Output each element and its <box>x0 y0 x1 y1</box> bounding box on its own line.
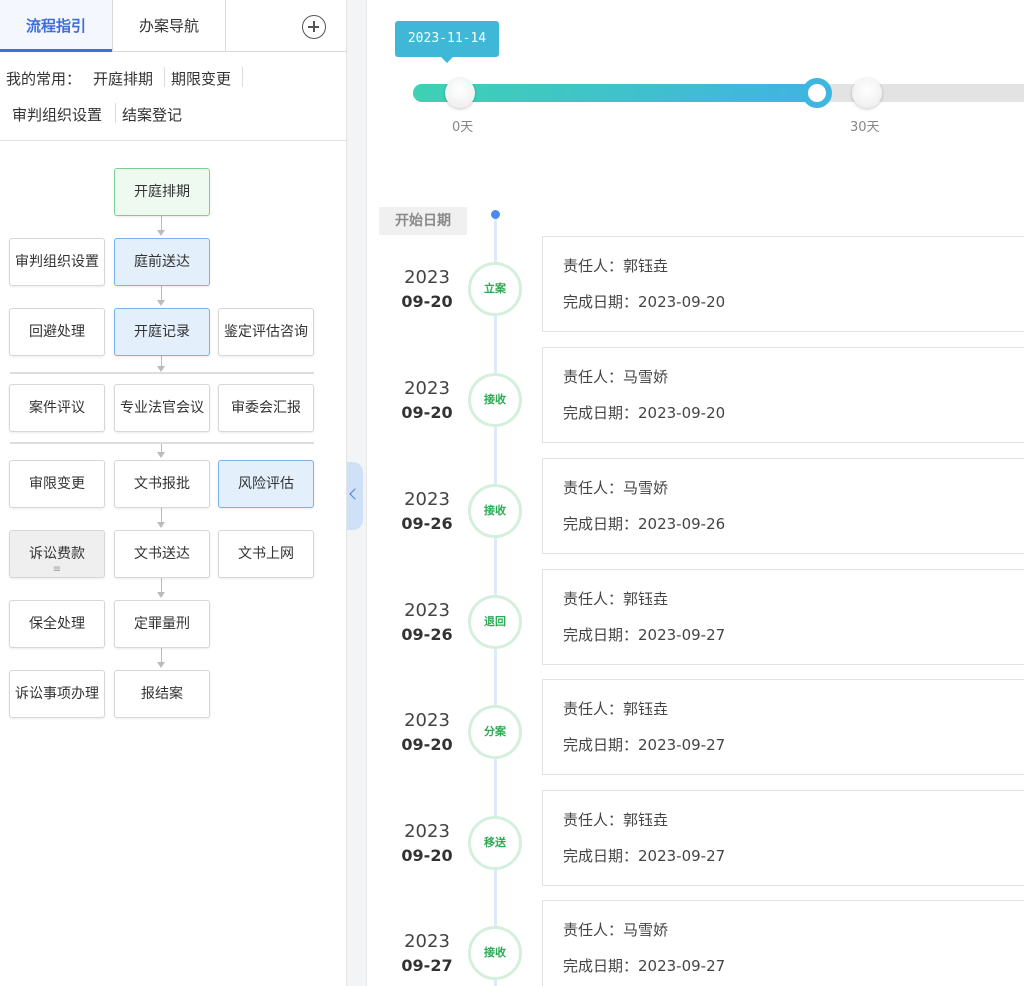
entry-action-badge: 接收 <box>468 373 522 427</box>
slider-tooltip: 2023-11-14 <box>395 21 499 63</box>
entry-completion-date: 完成日期：2023-09-26 <box>563 515 726 533</box>
entry-year: 2023 <box>404 600 450 621</box>
entry-month-day: 09-26 <box>401 625 453 644</box>
entry-month-day: 09-20 <box>401 846 453 865</box>
timeline-start-dot <box>491 210 500 219</box>
entry-action-badge: 接收 <box>468 926 522 980</box>
tab-case-navigation[interactable]: 办案导航 <box>112 0 226 52</box>
entry-card[interactable]: 责任人：马雪娇 完成日期：2023-09-26 <box>542 458 1024 554</box>
add-circle-icon[interactable] <box>302 15 326 39</box>
entry-card[interactable]: 责任人：马雪娇 完成日期：2023-09-20 <box>542 347 1024 443</box>
entry-responsible: 责任人：郭钰垚 <box>563 700 669 718</box>
entry-month-day: 09-27 <box>401 956 453 975</box>
timeline-entry: 2023 09-20 立案 责任人：郭钰垚 完成日期：2023-09-20 <box>0 236 1024 332</box>
timeline-entry: 2023 09-20 接收 责任人：马雪娇 完成日期：2023-09-20 <box>0 347 1024 443</box>
entry-action-badge: 移送 <box>468 816 522 870</box>
timeline-entry: 2023 09-26 退回 责任人：郭钰垚 完成日期：2023-09-27 <box>0 569 1024 665</box>
tab-process-guide[interactable]: 流程指引 <box>0 0 112 52</box>
slider-mark-30 <box>852 78 882 108</box>
entry-year: 2023 <box>404 378 450 399</box>
entry-month-day: 09-20 <box>401 292 453 311</box>
entry-completion-date: 完成日期：2023-09-27 <box>563 626 726 644</box>
entry-completion-date: 完成日期：2023-09-27 <box>563 957 726 975</box>
entry-year: 2023 <box>404 821 450 842</box>
panel-tabs: 流程指引 办案导航 <box>0 0 347 52</box>
favorite-item[interactable]: 结案登记 <box>122 104 182 125</box>
entry-card[interactable]: 责任人：郭钰垚 完成日期：2023-09-20 <box>542 236 1024 332</box>
entry-year: 2023 <box>404 267 450 288</box>
entry-card[interactable]: 责任人：郭钰垚 完成日期：2023-09-27 <box>542 790 1024 886</box>
entry-card[interactable]: 责任人：马雪娇 完成日期：2023-09-27 <box>542 900 1024 986</box>
entry-month-day: 09-20 <box>401 403 453 422</box>
favorite-item[interactable]: 开庭排期 <box>93 68 153 89</box>
entry-card[interactable]: 责任人：郭钰垚 完成日期：2023-09-27 <box>542 679 1024 775</box>
favorite-separator <box>164 67 165 87</box>
slider-label-30: 30天 <box>850 120 880 135</box>
entry-responsible: 责任人：马雪娇 <box>563 368 669 386</box>
timeline-entry: 2023 09-20 移送 责任人：郭钰垚 完成日期：2023-09-27 <box>0 790 1024 886</box>
entry-action-badge: 立案 <box>468 262 522 316</box>
entry-responsible: 责任人：马雪娇 <box>563 479 669 497</box>
entry-year: 2023 <box>404 489 450 510</box>
slider-mark-start <box>445 78 475 108</box>
entry-month-day: 09-26 <box>401 514 453 533</box>
entry-completion-date: 完成日期：2023-09-27 <box>563 736 726 754</box>
entry-responsible: 责任人：郭钰垚 <box>563 811 669 829</box>
entry-action-badge: 分案 <box>468 705 522 759</box>
timeline-entry: 2023 09-27 接收 责任人：马雪娇 完成日期：2023-09-27 <box>0 900 1024 986</box>
timeline-entry: 2023 09-26 接收 责任人：马雪娇 完成日期：2023-09-26 <box>0 458 1024 554</box>
flow-node-kaiting-paiqi[interactable]: 开庭排期 <box>114 168 210 216</box>
divider <box>0 140 347 141</box>
timeline-start-label: 开始日期 <box>379 207 467 235</box>
entry-responsible: 责任人：马雪娇 <box>563 921 669 939</box>
flow-connector <box>161 216 162 230</box>
favorite-separator <box>115 103 116 123</box>
entry-year: 2023 <box>404 710 450 731</box>
flow-connector <box>161 444 162 452</box>
entry-year: 2023 <box>404 931 450 952</box>
slider-label-0: 0天 <box>452 120 474 135</box>
entry-responsible: 责任人：郭钰垚 <box>563 590 669 608</box>
entry-completion-date: 完成日期：2023-09-20 <box>563 404 726 422</box>
favorite-separator <box>242 67 243 87</box>
entry-completion-date: 完成日期：2023-09-27 <box>563 847 726 865</box>
entry-month-day: 09-20 <box>401 735 453 754</box>
timeline-entry: 2023 09-20 分案 责任人：郭钰垚 完成日期：2023-09-27 <box>0 679 1024 775</box>
entry-completion-date: 完成日期：2023-09-20 <box>563 293 726 311</box>
favorite-item[interactable]: 审判组织设置 <box>12 104 102 125</box>
entry-responsible: 责任人：郭钰垚 <box>563 257 669 275</box>
favorite-item[interactable]: 期限变更 <box>171 68 231 89</box>
entry-action-badge: 退回 <box>468 595 522 649</box>
entry-card[interactable]: 责任人：郭钰垚 完成日期：2023-09-27 <box>542 569 1024 665</box>
favorites-label: 我的常用： <box>6 70 82 88</box>
slider-handle[interactable] <box>802 78 832 108</box>
entry-action-badge: 接收 <box>468 484 522 538</box>
